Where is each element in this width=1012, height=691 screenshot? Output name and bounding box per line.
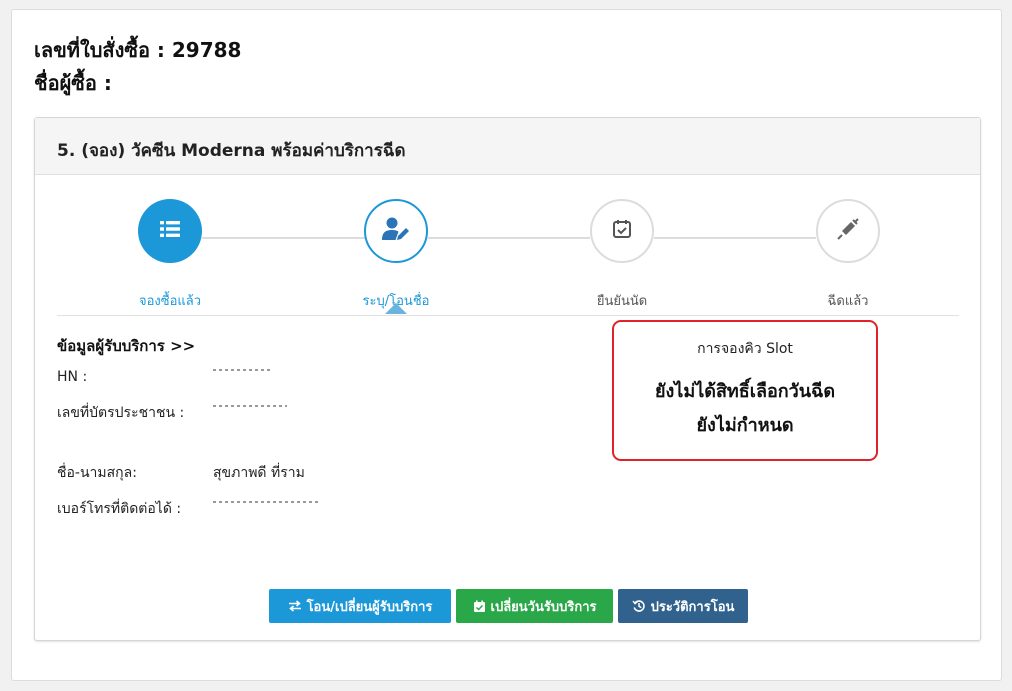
step-connector (654, 237, 816, 239)
phone-value-redacted (213, 501, 319, 503)
list-icon (158, 217, 182, 245)
calendar-check-icon (473, 600, 486, 613)
transfer-history-button[interactable]: ประวัติการโอน (618, 589, 748, 623)
slot-title: การจองคิว Slot (697, 341, 793, 357)
order-number: เลขที่ใบสั่งซื้อ : 29788 (34, 38, 242, 62)
user-edit-icon (381, 216, 411, 246)
syringe-icon (836, 217, 860, 245)
slot-date-text: ยังไม่กำหนด (696, 415, 794, 436)
full-name-label: ชื่อ-นามสกุล: (57, 465, 137, 481)
transfer-recipient-label: โอน/เปลี่ยนผู้รับบริการ (306, 599, 433, 615)
full-name-value: สุขภาพดี ที่ราม (213, 465, 305, 481)
change-date-label: เปลี่ยนวันรับบริการ (490, 599, 597, 615)
product-card: 5. (จอง) วัคซีน Moderna พร้อมค่าบริการฉี… (34, 117, 981, 641)
steps-divider (57, 315, 959, 316)
hn-label: HN : (57, 369, 88, 385)
current-step-pointer (385, 303, 407, 314)
hn-value-redacted (213, 369, 273, 371)
transfer-history-label: ประวัติการโอน (650, 599, 735, 615)
recipient-info-title: ข้อมูลผู้รับบริการ >> (57, 337, 196, 355)
slot-status-text: ยังไม่ได้สิทธิ์เลือกวันฉีด (654, 381, 836, 402)
step-connector (428, 237, 590, 239)
slot-status-box: การจองคิว Slot ยังไม่ได้สิทธิ์เลือกวันฉี… (612, 320, 878, 461)
id-card-value-redacted (213, 405, 287, 407)
order-card: เลขที่ใบสั่งซื้อ : 29788 ชื่อผู้ซื้อ : 5… (11, 9, 1002, 681)
transfer-recipient-button[interactable]: โอน/เปลี่ยนผู้รับบริการ (269, 589, 451, 623)
step-confirm-appointment-label: ยืนยันนัด (596, 294, 648, 309)
product-header: 5. (จอง) วัคซีน Moderna พร้อมค่าบริการฉี… (35, 118, 980, 175)
step-ordered-label: จองซื้อแล้ว (138, 294, 202, 309)
step-confirm-appointment (590, 199, 654, 263)
exchange-icon (288, 600, 302, 612)
change-date-button[interactable]: เปลี่ยนวันรับบริการ (456, 589, 613, 623)
id-card-label: เลขที่บัตรประชาชน : (57, 405, 185, 421)
product-title: 5. (จอง) วัคซีน Moderna พร้อมค่าบริการฉี… (57, 141, 406, 161)
history-icon (632, 599, 646, 613)
step-vaccinated-label: ฉีดแล้ว (827, 294, 869, 309)
step-ordered (138, 199, 202, 263)
step-vaccinated (816, 199, 880, 263)
step-connector (202, 237, 366, 239)
phone-label: เบอร์โทรที่ติดต่อได้ : (57, 501, 182, 517)
buyer-name: ชื่อผู้ซื้อ : (34, 71, 112, 95)
step-specify-name[interactable] (364, 199, 428, 263)
calendar-check-icon (611, 218, 633, 244)
